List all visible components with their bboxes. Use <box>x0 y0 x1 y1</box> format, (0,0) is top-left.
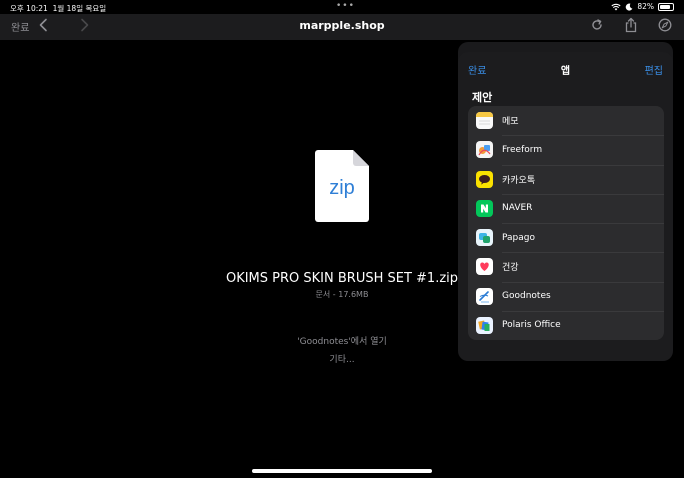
app-row-goodnotes[interactable]: Goodnotes <box>468 281 664 311</box>
page-title: marpple.shop <box>299 19 385 32</box>
share-icon[interactable] <box>624 17 638 33</box>
app-label: NAVER <box>502 203 533 214</box>
battery-fill <box>660 4 670 9</box>
section-title: 제안 <box>472 91 493 104</box>
app-label: Goodnotes <box>502 291 551 302</box>
open-in-goodnotes-button[interactable]: 'Goodnotes'에서 열기 <box>180 334 504 347</box>
file-icon-label: zip <box>329 177 355 199</box>
papago-icon <box>476 229 493 247</box>
wifi-icon <box>611 3 621 10</box>
naver-icon <box>476 199 493 217</box>
moon-icon <box>626 3 633 11</box>
app-row-health[interactable]: 건강 <box>468 252 664 281</box>
app-row-naver[interactable]: NAVER <box>468 193 664 223</box>
battery-percent: 82% <box>637 2 654 11</box>
home-indicator[interactable] <box>252 469 432 473</box>
sheet-title: 앱 <box>560 66 571 77</box>
multitasking-dots[interactable]: ••• <box>336 1 355 11</box>
status-time-text: 오후 10:21 <box>10 4 48 13</box>
nav-bar: 완료 marpple.shop <box>0 14 684 40</box>
status-time: 오후 10:21 1월 18일 목요일 <box>10 3 106 14</box>
battery-icon <box>658 2 674 11</box>
app-row-papago[interactable]: Papago <box>468 223 664 252</box>
file-info: 문서 - 17.6MB <box>315 290 369 299</box>
app-row-kakaotalk[interactable]: 카카오톡 <box>468 164 664 194</box>
app-label: Freeform <box>502 144 543 155</box>
more-options-button[interactable]: 기타... <box>180 352 504 365</box>
app-label: 메모 <box>502 117 519 128</box>
status-date-text: 1월 18일 목요일 <box>52 4 107 13</box>
app-row-freeform[interactable]: Freeform <box>468 135 664 164</box>
app-label: 건강 <box>502 263 519 274</box>
app-label: 카카오톡 <box>502 175 536 186</box>
app-row-notes[interactable]: 메모 <box>468 106 664 135</box>
app-label: Papago <box>502 232 535 243</box>
polaris-office-icon <box>476 316 493 334</box>
status-indicators: 82% <box>611 2 674 11</box>
health-icon <box>476 258 493 276</box>
zip-file-icon[interactable]: zip <box>315 150 369 222</box>
compass-icon[interactable] <box>658 18 672 32</box>
reload-icon[interactable] <box>590 18 604 32</box>
sheet-edit-button[interactable]: 편집 <box>645 62 663 77</box>
share-sheet-header: 완료 앱 편집 <box>458 52 673 84</box>
file-name: OKIMS PRO SKIN BRUSH SET #1.zip <box>225 271 459 286</box>
app-row-polaris-office[interactable]: Polaris Office <box>468 310 664 340</box>
freeform-icon <box>476 141 493 159</box>
share-sheet: 완료 앱 편집 제안 메모 Freeform 카카오톡 NAVER Papago… <box>458 52 673 361</box>
app-list: 메모 Freeform 카카오톡 NAVER Papago 건강 Goodnot… <box>468 106 664 340</box>
notes-icon <box>476 112 493 130</box>
goodnotes-icon <box>476 287 493 305</box>
status-bar: 오후 10:21 1월 18일 목요일 ••• 82% <box>0 0 684 14</box>
app-label: Polaris Office <box>502 320 561 331</box>
kakaotalk-icon <box>476 170 493 188</box>
